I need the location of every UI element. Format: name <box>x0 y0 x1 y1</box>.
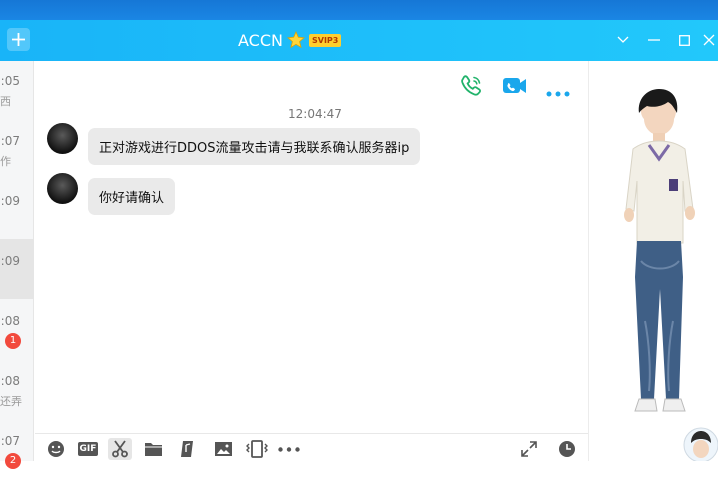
expand-button[interactable] <box>517 438 541 460</box>
input-toolbar: GIF <box>35 433 588 461</box>
star-icon <box>287 31 305 49</box>
more-icon <box>546 91 570 97</box>
scissors-icon <box>112 440 128 458</box>
avatar[interactable] <box>47 123 78 154</box>
phone-call-icon <box>461 75 481 96</box>
emoji-icon <box>48 441 64 457</box>
unread-badge: 2 <box>5 453 21 469</box>
window-title-group: ACCN SVIP3 <box>238 30 342 50</box>
more-icon <box>278 446 300 452</box>
video-call-button[interactable] <box>502 75 528 101</box>
close-icon <box>703 34 715 46</box>
window-title: ACCN <box>238 30 283 50</box>
message-timestamp: 12:04:47 <box>288 107 342 121</box>
conversation-item[interactable]: 2:09 <box>0 181 34 241</box>
add-button[interactable] <box>7 28 30 51</box>
maximize-icon <box>679 34 690 46</box>
history-icon <box>559 441 575 457</box>
screenshot-button[interactable] <box>108 438 132 460</box>
gif-icon: GIF <box>77 442 99 456</box>
maximize-button[interactable] <box>669 30 700 50</box>
conversation-time: :07 <box>0 134 20 148</box>
conversation-item[interactable]: 2:05 西 <box>0 61 34 121</box>
minimize-icon <box>647 39 660 41</box>
conversation-item[interactable]: 2:08 1 <box>0 301 34 361</box>
music-icon <box>180 441 193 457</box>
conversation-time: 2:09 <box>0 194 20 208</box>
title-bar: ACCN SVIP3 <box>0 20 718 61</box>
conversation-item[interactable]: :07 2 <box>0 421 34 481</box>
music-button[interactable] <box>175 438 199 460</box>
gif-button[interactable]: GIF <box>76 438 100 460</box>
history-button[interactable] <box>555 438 579 460</box>
window-shake-button[interactable] <box>245 438 269 460</box>
conversation-item-selected[interactable]: 2:09 <box>0 239 34 299</box>
conversation-snippet: 西 <box>0 95 11 108</box>
folder-icon <box>144 443 162 456</box>
conversation-time: 2:05 <box>0 74 20 88</box>
vip-badge: SVIP3 <box>308 33 342 47</box>
more-tools-button[interactable] <box>277 438 301 460</box>
chat-area: 12:04:47 正对游戏进行DDOS流量攻击请与我联系确认服务器ip 你好请确… <box>35 61 588 433</box>
avatar-show-figure <box>624 89 718 463</box>
voice-call-button[interactable] <box>459 74 485 102</box>
emoji-button[interactable] <box>44 438 68 460</box>
image-icon <box>214 442 232 456</box>
message-bubble: 正对游戏进行DDOS流量攻击请与我联系确认服务器ip <box>88 128 421 165</box>
conversation-time: 2:08 <box>0 314 20 328</box>
conversation-snippet: 作 <box>0 155 11 168</box>
dropdown-button[interactable] <box>607 30 638 50</box>
minimize-button[interactable] <box>638 30 669 50</box>
conversation-item[interactable]: 2:08 还弄 <box>0 361 34 421</box>
profile-show-panel <box>588 61 718 463</box>
window-controls <box>607 30 718 50</box>
video-call-icon <box>503 78 526 93</box>
message-bubble: 你好请确认 <box>88 178 176 215</box>
message-row: 你好请确认 <box>47 173 176 215</box>
conversation-list: 2:05 西 :07 作 2:09 2:09 2:08 1 2:08 还弄 :0… <box>0 61 34 469</box>
conversation-time: :07 <box>0 434 20 448</box>
file-button[interactable] <box>141 438 165 460</box>
more-options-button[interactable] <box>546 82 570 101</box>
top-strip <box>0 0 718 20</box>
screen-shake-icon <box>246 440 268 458</box>
image-button[interactable] <box>211 438 235 460</box>
unread-badge: 1 <box>5 333 21 349</box>
conversation-time: 2:09 <box>0 254 20 268</box>
close-button[interactable] <box>700 30 718 50</box>
expand-icon <box>521 441 537 457</box>
conversation-snippet: 还弄 <box>0 395 22 408</box>
message-row: 正对游戏进行DDOS流量攻击请与我联系确认服务器ip <box>47 123 421 165</box>
conversation-item[interactable]: :07 作 <box>0 121 34 181</box>
plus-icon <box>12 33 25 46</box>
avatar[interactable] <box>47 173 78 204</box>
chevron-down-icon <box>617 36 628 43</box>
conversation-time: 2:08 <box>0 374 20 388</box>
